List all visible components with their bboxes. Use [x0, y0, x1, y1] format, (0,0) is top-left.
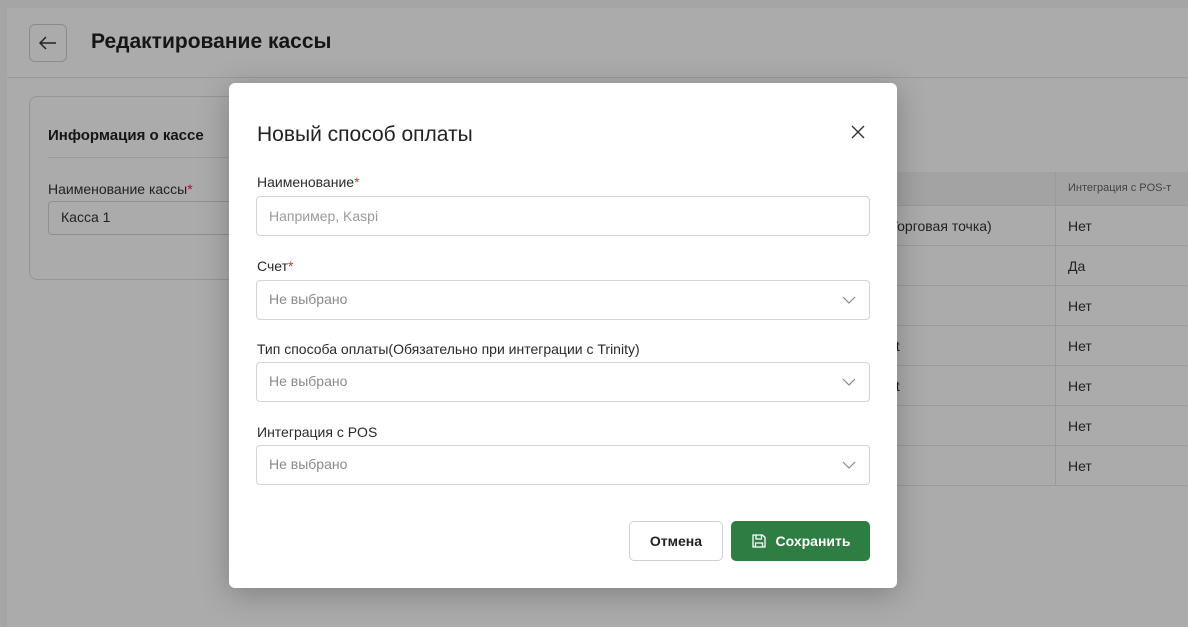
- close-button[interactable]: [845, 119, 871, 145]
- payment-type-label: Тип способа оплаты(Обязательно при интег…: [257, 341, 640, 357]
- account-select[interactable]: Не выбрано: [256, 280, 870, 320]
- cancel-button[interactable]: Отмена: [629, 521, 723, 561]
- modal-title: Новый способ оплаты: [257, 123, 473, 146]
- new-payment-method-modal: Новый способ оплаты Наименование* Счет* …: [229, 83, 897, 588]
- payment-type-select[interactable]: Не выбрано: [256, 362, 870, 402]
- chevron-down-icon: [842, 378, 856, 386]
- pos-integration-select[interactable]: Не выбрано: [256, 445, 870, 485]
- pos-integration-select-value: Не выбрано: [269, 456, 348, 472]
- save-button[interactable]: Сохранить: [731, 521, 870, 561]
- save-button-label: Сохранить: [775, 533, 851, 549]
- chevron-down-icon: [842, 296, 856, 304]
- name-input[interactable]: [256, 196, 870, 236]
- required-mark: *: [354, 174, 360, 190]
- required-mark: *: [287, 258, 294, 274]
- chevron-down-icon: [842, 461, 856, 469]
- pos-integration-label: Интеграция с POS: [257, 424, 378, 440]
- account-select-value: Не выбрано: [269, 291, 348, 307]
- floppy-disk-icon: [751, 534, 766, 548]
- name-label: Наименование*: [257, 174, 360, 190]
- account-label: Счет*: [257, 258, 294, 274]
- payment-type-select-value: Не выбрано: [269, 373, 348, 389]
- close-icon: [851, 125, 865, 139]
